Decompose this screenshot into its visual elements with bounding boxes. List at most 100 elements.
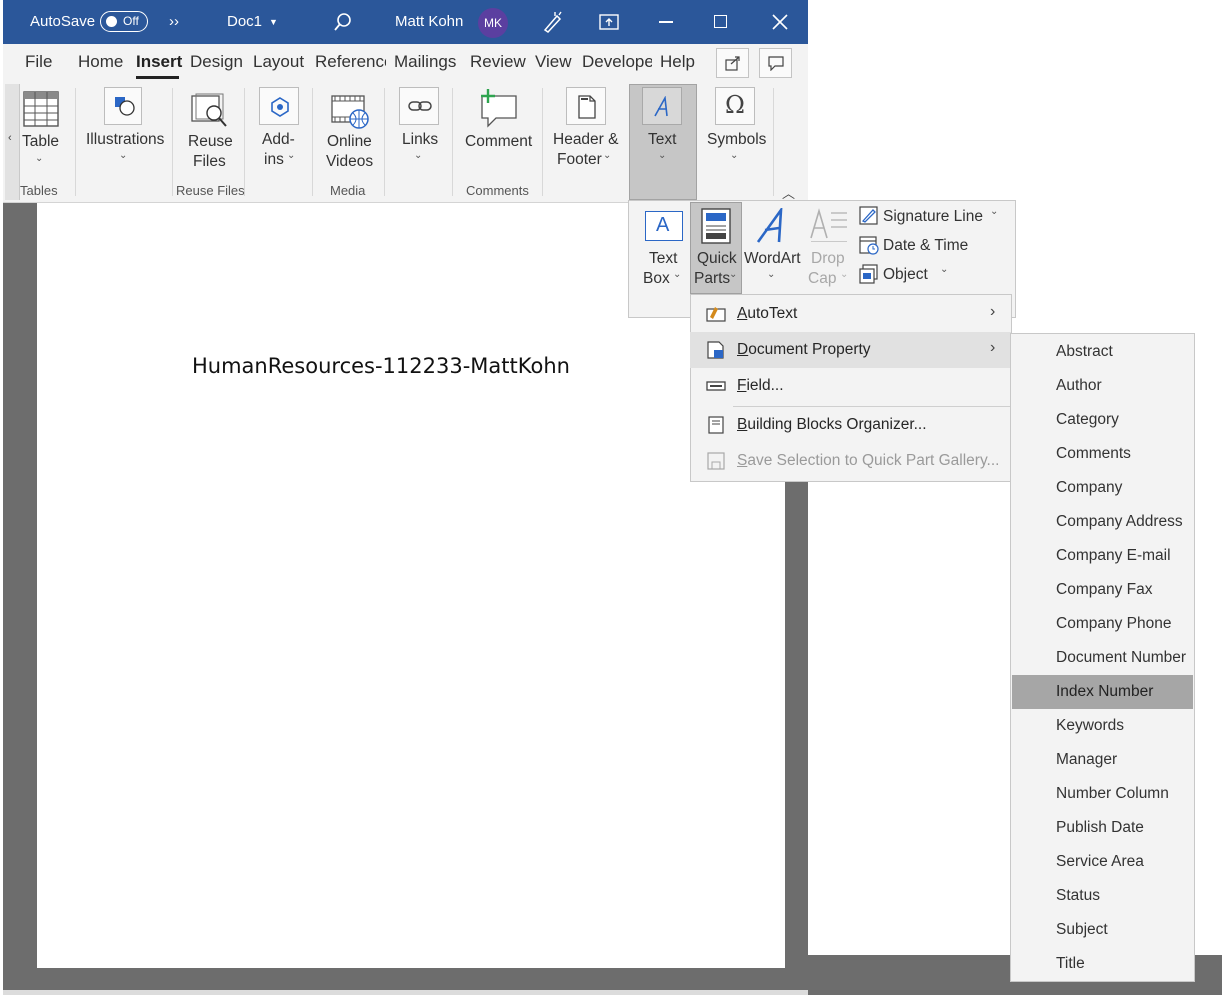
tab-references[interactable]: Reference [315, 52, 386, 72]
property-item-abstract[interactable]: Abstract [1012, 335, 1193, 369]
symbols-icon-box: Ω [715, 87, 755, 125]
avatar[interactable]: MK [478, 8, 508, 38]
property-label: Document Number [1056, 649, 1187, 666]
tab-home[interactable]: Home [78, 52, 123, 72]
chevron-down-icon: ⌄ [730, 150, 739, 161]
tab-layout[interactable]: Layout [253, 52, 304, 72]
menu-item-autotext[interactable]: AutoText › [690, 296, 1011, 332]
link-icon [408, 101, 432, 111]
property-item-keywords[interactable]: Keywords [1012, 709, 1193, 743]
chevron-down-icon: ⌄ [673, 269, 682, 280]
autosave-toggle[interactable]: Off [100, 11, 148, 32]
tab-review[interactable]: Review [470, 52, 526, 72]
drop-cap-line1[interactable]: Drop [811, 249, 845, 269]
property-item-manager[interactable]: Manager [1012, 743, 1193, 777]
property-label: Keywords [1056, 717, 1125, 734]
addins-line2[interactable]: ins [264, 150, 284, 170]
document-text[interactable]: HumanResources-112233-MattKohn [192, 354, 570, 378]
tab-help[interactable]: Help [660, 52, 695, 72]
text-box-line2[interactable]: Box [643, 269, 670, 289]
symbols-button[interactable]: Symbols [707, 130, 766, 150]
property-item-document-number[interactable]: Document Number [1012, 641, 1193, 675]
quick-parts-line2: Parts [694, 270, 731, 287]
search-icon[interactable] [333, 12, 353, 32]
tab-developer[interactable]: Develope [582, 52, 652, 72]
property-item-category[interactable]: Category [1012, 403, 1193, 437]
property-item-number-column[interactable]: Number Column [1012, 777, 1193, 811]
menu-item-document-property[interactable]: Document Property › [690, 332, 1011, 368]
menu-item-building-blocks-organizer[interactable]: Building Blocks Organizer... [690, 407, 1011, 443]
shapes-icon [115, 97, 135, 116]
property-item-status[interactable]: Status [1012, 879, 1193, 913]
tab-mailings[interactable]: Mailings [394, 52, 456, 72]
links-icon-box [399, 87, 439, 125]
group-separator [244, 88, 245, 196]
reuse-files-line2[interactable]: Files [193, 152, 226, 172]
ribbon-scroll-left-button[interactable]: ‹ [5, 84, 20, 200]
close-icon[interactable] [772, 14, 788, 30]
comments-button[interactable] [759, 48, 792, 78]
chevron-down-icon: ⌄ [287, 150, 296, 161]
property-item-author[interactable]: Author [1012, 369, 1193, 403]
maximize-icon[interactable] [714, 15, 727, 28]
property-label: Category [1056, 411, 1119, 428]
designer-pen-icon[interactable] [541, 10, 565, 34]
property-item-index-number[interactable]: Index Number [1012, 675, 1193, 709]
text-box-line1[interactable]: Text [649, 249, 677, 269]
property-item-subject[interactable]: Subject [1012, 913, 1193, 947]
property-label: Subject [1056, 921, 1108, 938]
autosave-state: Off [123, 14, 139, 28]
property-item-comments[interactable]: Comments [1012, 437, 1193, 471]
property-label: Title [1056, 955, 1085, 972]
property-item-title[interactable]: Title [1012, 947, 1193, 981]
tab-file[interactable]: File [25, 52, 52, 72]
date-time-button[interactable]: Date & Time [883, 236, 968, 256]
chevron-down-icon: ⌄ [729, 269, 738, 280]
signature-line-button[interactable]: Signature Line [883, 207, 983, 227]
title-chevron-icon[interactable]: ▼ [269, 0, 278, 44]
property-item-company-phone[interactable]: Company Phone [1012, 607, 1193, 641]
menu-item-field[interactable]: Field... [690, 368, 1011, 404]
building-blocks-icon [708, 416, 724, 434]
comment-button[interactable]: Comment [465, 132, 532, 152]
table-button[interactable]: Table [22, 132, 59, 152]
chevron-left-icon: ‹ [8, 132, 12, 144]
group-label-media: Media [330, 183, 366, 198]
property-item-service-area[interactable]: Service Area [1012, 845, 1193, 879]
group-separator [773, 88, 774, 196]
share-button[interactable] [716, 48, 749, 78]
drop-cap-line2[interactable]: Cap [808, 269, 836, 289]
tab-view[interactable]: View [535, 52, 572, 72]
tab-insert[interactable]: Insert [136, 52, 182, 72]
reuse-files-line1[interactable]: Reuse [188, 132, 233, 152]
tab-design[interactable]: Design [190, 52, 243, 72]
illustrations-button[interactable]: Illustrations [86, 130, 164, 150]
wordart-button[interactable]: WordArt [744, 249, 801, 269]
document-property-label: Document Property [737, 341, 871, 358]
more-commands-button[interactable]: ›› [169, 0, 179, 44]
property-item-company[interactable]: Company [1012, 471, 1193, 505]
minimize-icon[interactable] [659, 21, 673, 23]
online-videos-line2[interactable]: Videos [326, 152, 373, 172]
chevron-right-icon: › [990, 339, 996, 356]
autosave-label: AutoSave [30, 13, 96, 30]
property-label: Company E-mail [1056, 547, 1171, 564]
links-button[interactable]: Links [402, 130, 438, 150]
document-title[interactable]: Doc1 [227, 0, 262, 44]
ribbon-display-icon[interactable] [599, 13, 619, 31]
property-label: Index Number [1056, 683, 1154, 700]
property-item-company-email[interactable]: Company E-mail [1012, 539, 1193, 573]
property-item-company-fax[interactable]: Company Fax [1012, 573, 1193, 607]
property-item-company-address[interactable]: Company Address [1012, 505, 1193, 539]
header-footer-line1[interactable]: Header & [553, 130, 618, 150]
group-label-reuse-files: Reuse Files [176, 183, 245, 198]
menu-item-save-selection[interactable]: Save Selection to Quick Part Gallery... [690, 443, 1011, 479]
online-videos-line1[interactable]: Online [327, 132, 372, 152]
online-video-icon [331, 95, 369, 129]
addins-line1[interactable]: Add- [262, 130, 295, 150]
header-footer-line2[interactable]: Footer [557, 150, 602, 170]
drop-cap-icon [810, 208, 847, 242]
object-button[interactable]: Object [883, 265, 928, 285]
property-item-publish-date[interactable]: Publish Date [1012, 811, 1193, 845]
toggle-knob [106, 16, 117, 27]
